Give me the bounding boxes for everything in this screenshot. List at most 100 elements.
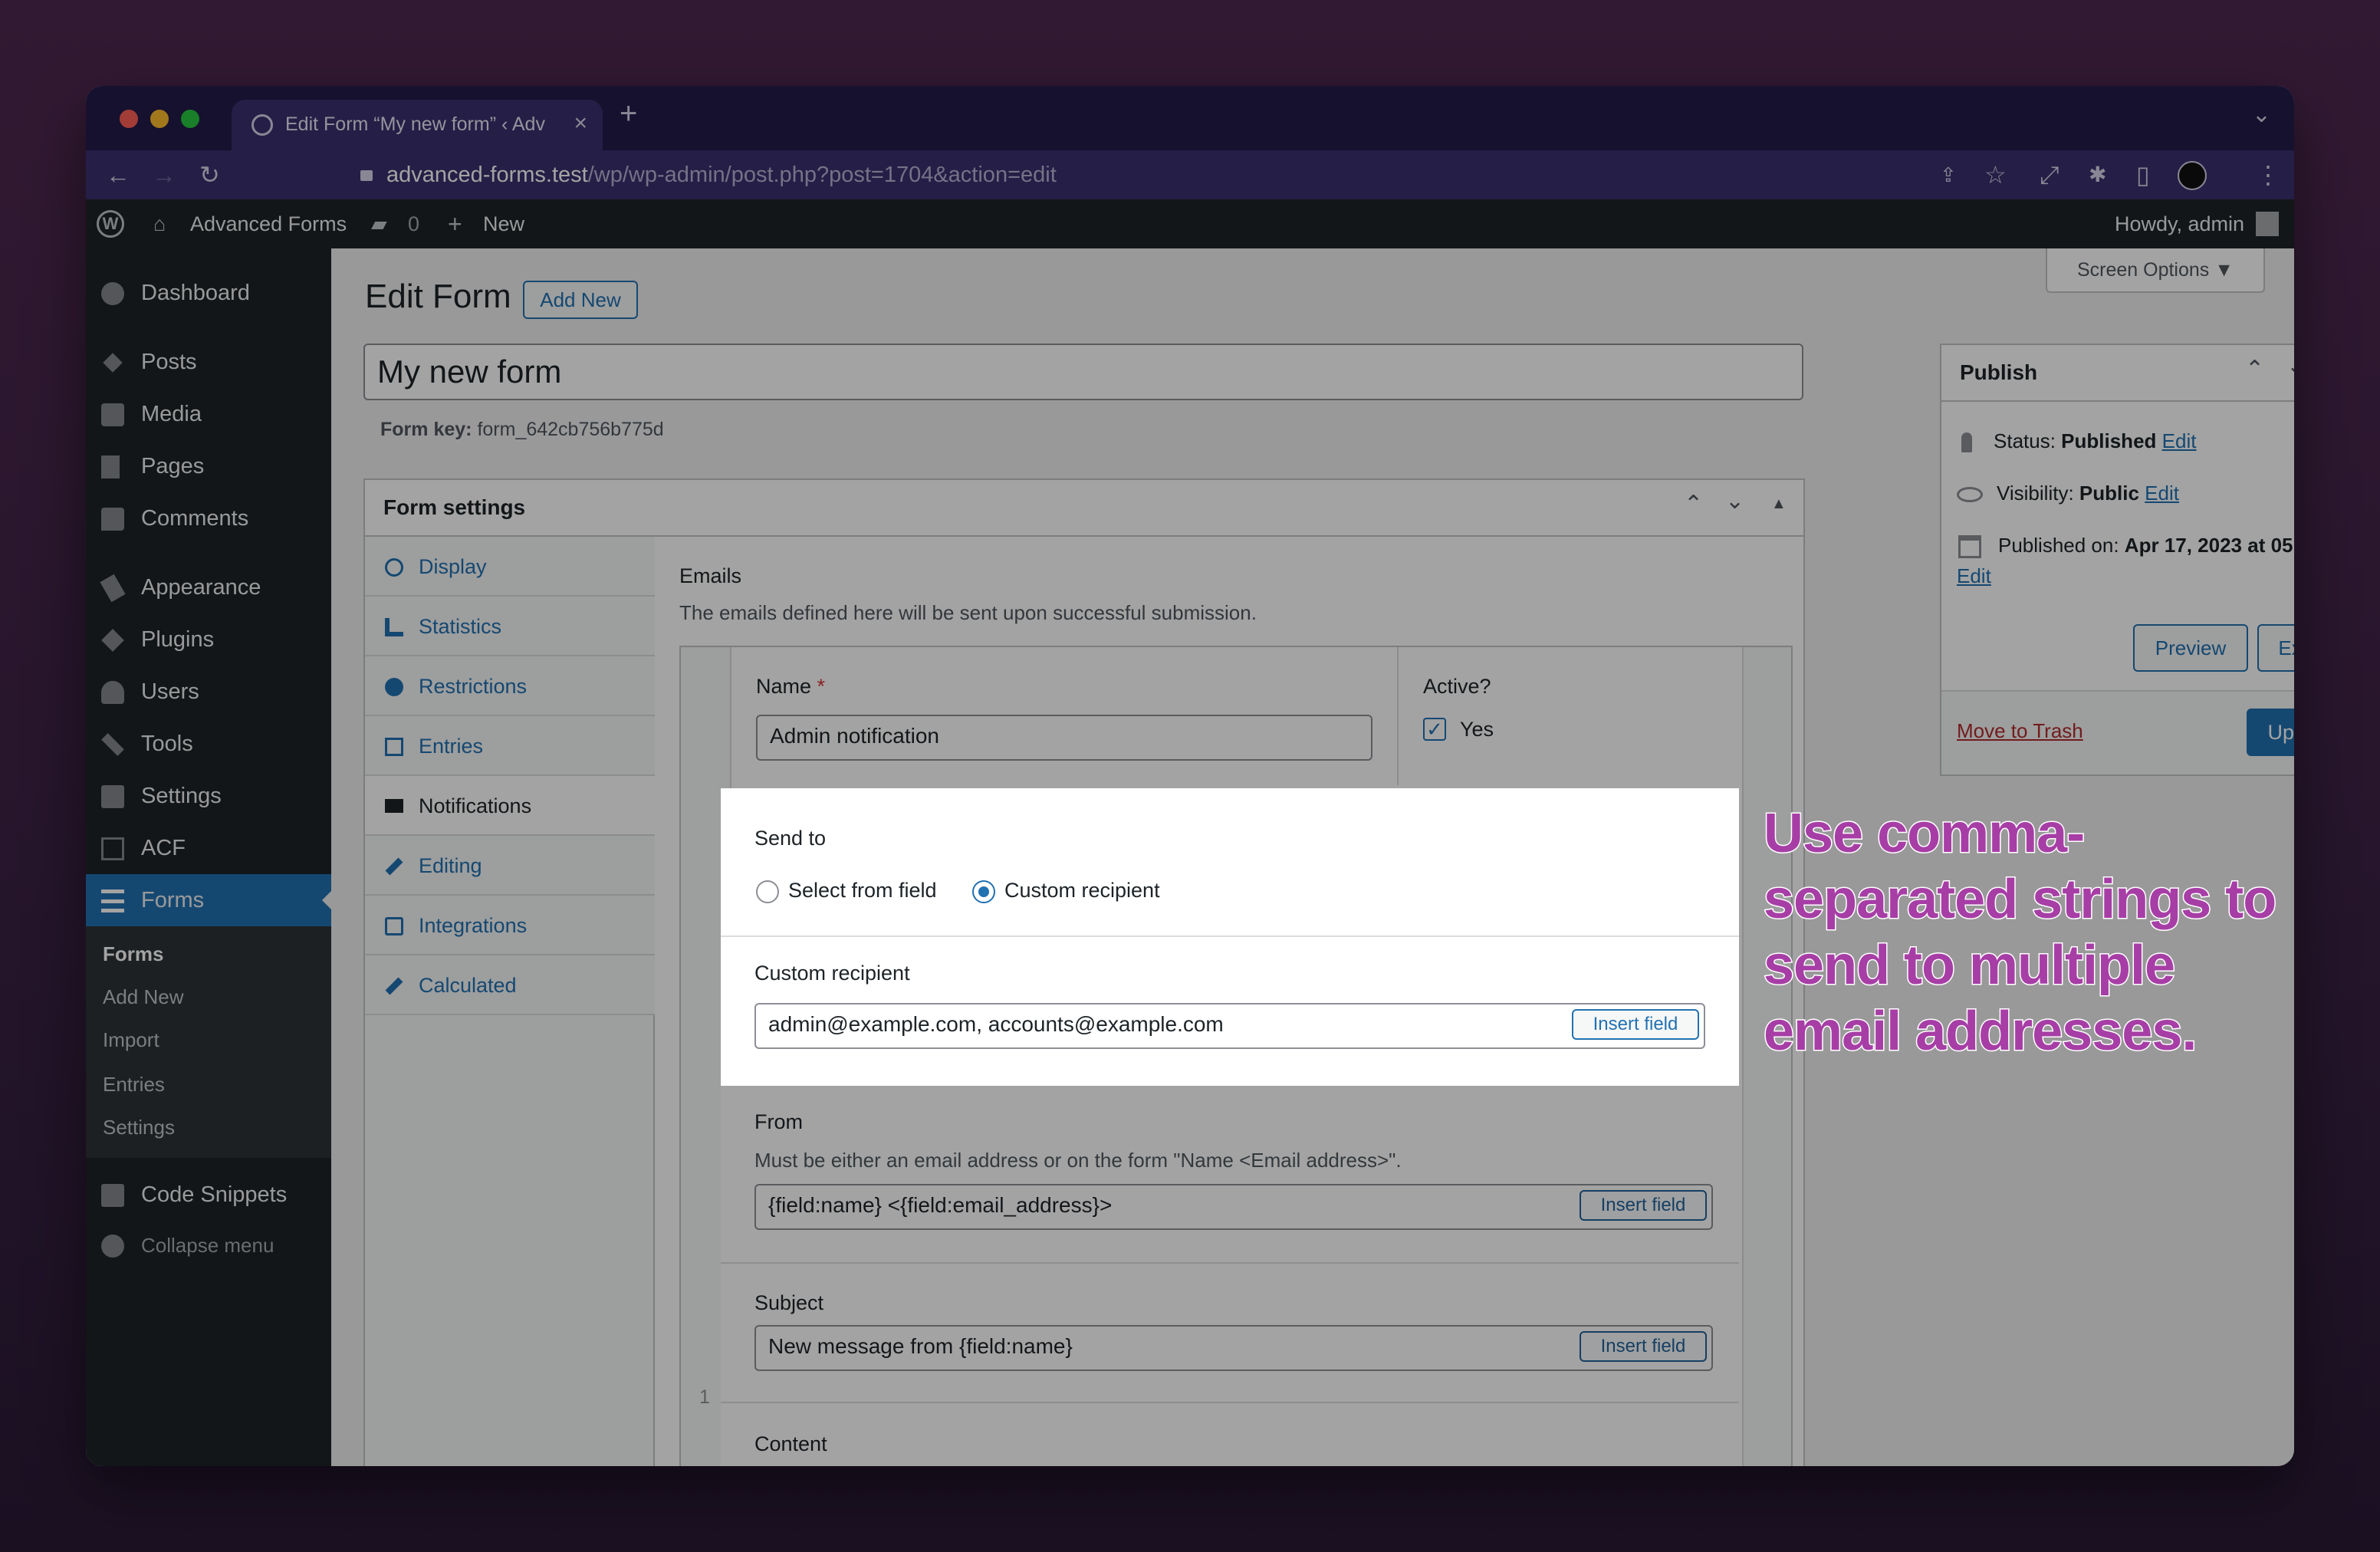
sidebar-item-appearance[interactable]: Appearance: [86, 561, 331, 613]
comment-bubble-icon[interactable]: ▰: [371, 199, 387, 248]
lower-form-fields: From Must be either an email address or …: [721, 1086, 1739, 1466]
new-content-link[interactable]: New: [483, 199, 524, 248]
pin-icon: [103, 353, 123, 373]
settings-icon: [101, 785, 124, 808]
admin-sidebar: Dashboard Posts Media Pages Comments App…: [86, 248, 331, 1466]
lock-icon: [360, 170, 373, 182]
tab-title: Edit Form “My new form” ‹ Adv: [285, 113, 545, 135]
collapse-menu-button[interactable]: Collapse menu: [86, 1219, 331, 1271]
add-new-button[interactable]: Add New: [523, 281, 638, 319]
edit-date-link[interactable]: Edit: [1957, 564, 1991, 588]
status-value: Published: [2061, 429, 2157, 452]
move-to-trash-link[interactable]: Move to Trash: [1957, 719, 2083, 743]
publish-move-down-icon[interactable]: ⌄: [2286, 353, 2294, 380]
tab-statistics[interactable]: Statistics: [365, 597, 655, 656]
forward-icon[interactable]: →: [152, 158, 176, 192]
share-icon[interactable]: ⇪: [1940, 158, 1957, 192]
comments-count[interactable]: 0: [408, 199, 419, 248]
url-path: /wp/wp-admin/post.php?post=1704&action=e…: [587, 163, 1057, 187]
howdy-account-link[interactable]: Howdy, admin: [2115, 199, 2244, 248]
sidebar-item-pages[interactable]: Pages: [86, 440, 331, 492]
select-from-field-radio[interactable]: [756, 880, 779, 903]
wordpress-logo-icon[interactable]: W: [97, 210, 124, 238]
forms-submenu: Forms Add New Import Entries Settings: [86, 926, 331, 1158]
sidebar-item-forms[interactable]: Forms: [86, 874, 331, 926]
tab-list-chevron-icon[interactable]: ⌄: [2252, 101, 2271, 128]
sidebar-item-tools[interactable]: Tools: [86, 718, 331, 770]
move-down-icon[interactable]: ⌄: [1725, 488, 1744, 515]
table-icon: [385, 738, 403, 756]
submenu-import[interactable]: Import: [103, 1024, 159, 1055]
publish-title: Publish: [1960, 360, 2038, 384]
reload-icon[interactable]: ↻: [199, 158, 220, 192]
visibility-row: Visibility: Public Edit: [1957, 482, 2179, 505]
subject-input[interactable]: New message from {field:name} Insert fie…: [754, 1325, 1713, 1371]
back-icon[interactable]: ←: [106, 158, 130, 192]
insert-field-button[interactable]: Insert field: [1572, 1009, 1699, 1040]
sidebar-item-posts[interactable]: Posts: [86, 336, 331, 388]
site-name-link[interactable]: Advanced Forms: [190, 199, 347, 248]
media-icon: [101, 403, 124, 426]
comment-icon: [101, 508, 124, 531]
submenu-add-new[interactable]: Add New: [103, 982, 184, 1012]
tab-calculated[interactable]: Calculated: [365, 955, 655, 1015]
sidebar-item-dashboard[interactable]: Dashboard: [86, 267, 331, 319]
bookmark-star-icon[interactable]: ☆: [1984, 158, 2007, 192]
zoom-window-button[interactable]: [181, 110, 199, 128]
edit-status-link[interactable]: Edit: [2162, 429, 2197, 452]
close-tab-icon[interactable]: ×: [574, 110, 587, 136]
url-field[interactable]: advanced-forms.test/wp/wp-admin/post.php…: [264, 155, 1951, 195]
active-checkbox[interactable]: ✓: [1423, 718, 1446, 741]
sidebar-item-comments[interactable]: Comments: [86, 492, 331, 544]
custom-recipient-radio[interactable]: [972, 880, 995, 903]
sidebar-item-settings[interactable]: Settings: [86, 770, 331, 822]
tab-display[interactable]: Display: [365, 537, 655, 597]
custom-recipient-label: Custom recipient: [754, 962, 910, 985]
collapse-icon: [101, 1235, 124, 1258]
content-divider: [721, 1402, 1739, 1403]
sidebar-item-media[interactable]: Media: [86, 388, 331, 440]
status-row: Status: Published Edit: [1957, 429, 2196, 453]
sidebar-item-code-snippets[interactable]: Code Snippets: [86, 1169, 331, 1221]
from-input[interactable]: {field:name} <{field:email_address}> Ins…: [754, 1184, 1713, 1230]
new-tab-icon[interactable]: +: [620, 97, 637, 131]
preview-button[interactable]: Preview: [2133, 624, 2248, 672]
publish-move-up-icon[interactable]: ⌃: [2245, 356, 2264, 383]
subject-divider: [721, 1262, 1739, 1264]
close-window-button[interactable]: [120, 110, 138, 128]
tab-entries[interactable]: Entries: [365, 716, 655, 776]
user-icon: [101, 681, 124, 704]
custom-recipient-value: admin@example.com, accounts@example.com: [768, 1012, 1224, 1036]
sidebar-item-users[interactable]: Users: [86, 666, 331, 718]
profile-avatar[interactable]: [2178, 161, 2207, 190]
subject-insert-field-button[interactable]: Insert field: [1580, 1331, 1707, 1362]
toggle-panel-icon[interactable]: ▲: [1771, 495, 1787, 513]
sidebar-item-acf[interactable]: ACF: [86, 822, 331, 874]
submenu-forms[interactable]: Forms: [103, 939, 163, 969]
minimize-window-button[interactable]: [150, 110, 169, 128]
tab-editing[interactable]: Editing: [365, 836, 655, 896]
browser-menu-icon[interactable]: ⋮: [2256, 158, 2280, 192]
custom-recipient-input[interactable]: admin@example.com, accounts@example.com …: [754, 1003, 1705, 1049]
from-insert-field-button[interactable]: Insert field: [1580, 1190, 1707, 1221]
settings-tab-nav: Display Statistics Restrictions Entries …: [365, 537, 655, 1466]
update-button[interactable]: Update: [2247, 709, 2294, 756]
expand-icon[interactable]: ⤢: [2040, 158, 2059, 192]
from-description: Must be either an email address or on th…: [754, 1149, 1402, 1172]
submenu-entries[interactable]: Entries: [103, 1069, 165, 1100]
tab-restrictions[interactable]: Restrictions: [365, 656, 655, 716]
sidepanel-icon[interactable]: ▯: [2136, 158, 2150, 192]
form-title-input[interactable]: My new form: [363, 344, 1803, 400]
move-up-icon[interactable]: ⌃: [1684, 491, 1703, 518]
tab-notifications[interactable]: Notifications: [365, 776, 655, 836]
name-input[interactable]: Admin notification: [756, 715, 1372, 761]
submenu-settings[interactable]: Settings: [103, 1112, 175, 1143]
sidebar-item-plugins[interactable]: Plugins: [86, 613, 331, 666]
admin-avatar[interactable]: [2256, 212, 2279, 236]
browser-tab[interactable]: Edit Form “My new form” ‹ Adv ×: [232, 100, 603, 150]
export-button[interactable]: Export: [2257, 624, 2294, 672]
edit-visibility-link[interactable]: Edit: [2145, 482, 2179, 505]
screen-options-button[interactable]: Screen Options ▼: [2046, 248, 2265, 293]
extensions-icon[interactable]: ✱: [2089, 158, 2106, 192]
tab-integrations[interactable]: Integrations: [365, 896, 655, 955]
